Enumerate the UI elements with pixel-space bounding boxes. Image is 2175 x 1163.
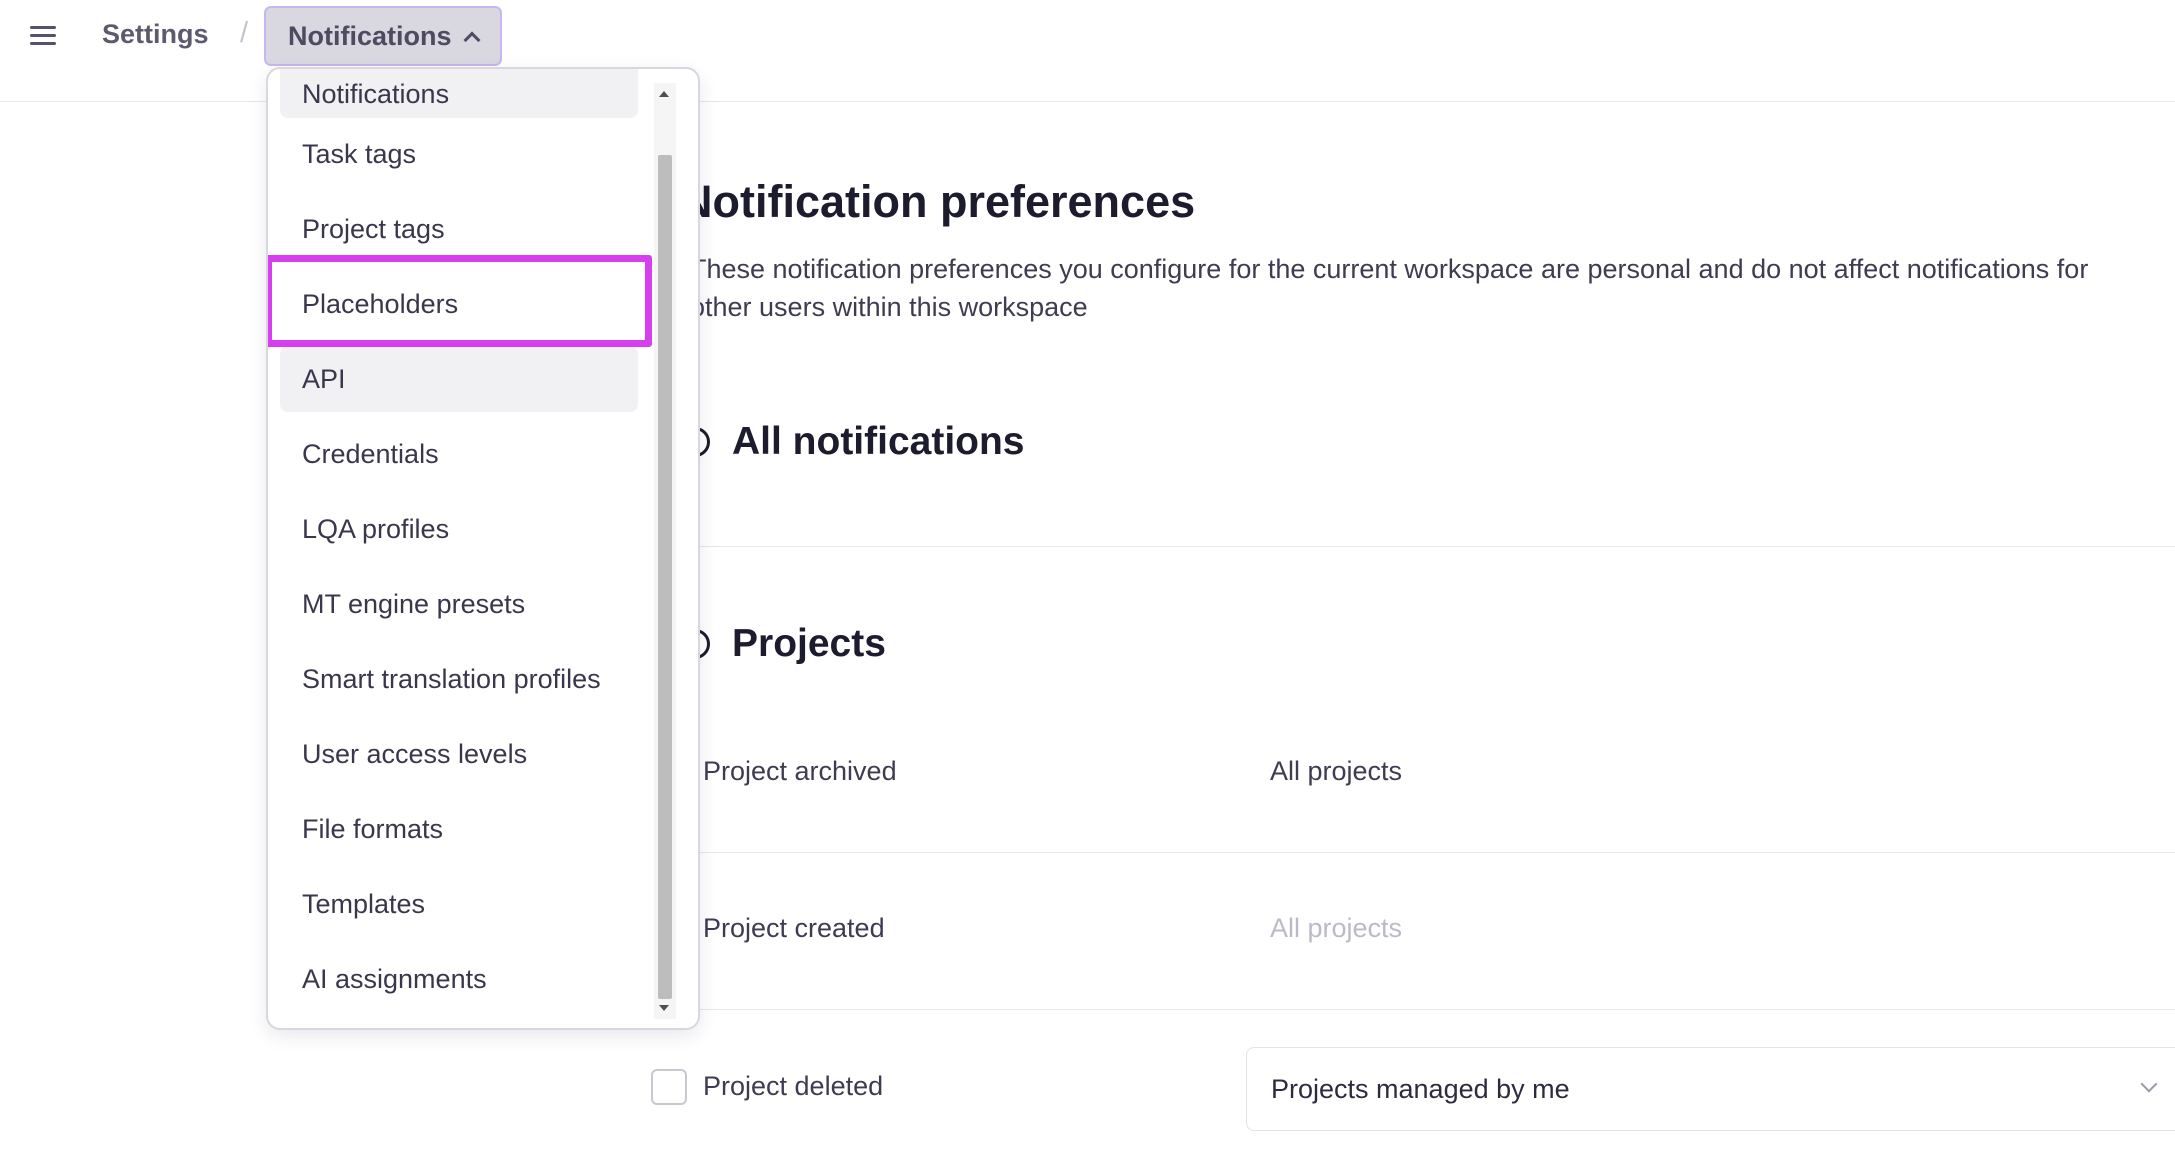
chevron-down-icon	[2140, 1075, 2158, 1093]
row-value-project-archived[interactable]: All projects	[1270, 756, 1402, 787]
divider	[640, 852, 2175, 853]
breadcrumb-current-dropdown[interactable]: Notifications	[264, 6, 502, 66]
section-all-notifications: All notifications	[680, 420, 1025, 464]
row-label-project-archived: Project archived	[703, 756, 897, 786]
select-value: Projects managed by me	[1271, 1074, 1570, 1104]
divider	[640, 546, 2175, 547]
scrollbar-thumb[interactable]	[658, 155, 672, 999]
menu-item-file-formats[interactable]: File formats	[280, 796, 638, 862]
breadcrumb-current-label: Notifications	[288, 20, 452, 51]
menu-item-templates[interactable]: Templates	[280, 871, 638, 937]
menu-item-notifications[interactable]: Notifications	[280, 69, 638, 118]
menu-item-credentials[interactable]: Credentials	[280, 421, 638, 487]
menu-item-ai-assignments[interactable]: AI assignments	[280, 946, 638, 1012]
project-deleted-checkbox[interactable]	[651, 1069, 687, 1105]
menu-item-api[interactable]: API	[280, 346, 638, 412]
row-label-project-deleted: Project deleted	[703, 1071, 884, 1101]
settings-dropdown-menu: Notifications Task tags Project tags Pla…	[266, 67, 700, 1030]
menu-item-placeholders[interactable]: Placeholders	[280, 271, 638, 337]
page-description: These notification preferences you confi…	[690, 254, 2089, 322]
page-title: Notification preferences	[680, 176, 1196, 227]
project-deleted-select[interactable]: Projects managed by me	[1246, 1047, 2175, 1131]
menu-item-task-tags[interactable]: Task tags	[280, 121, 638, 187]
menu-item-smart-translation-profiles[interactable]: Smart translation profiles	[280, 646, 638, 712]
row-label-project-created: Project created	[703, 913, 885, 943]
divider	[640, 1009, 2175, 1010]
scroll-up-arrow-icon[interactable]	[659, 91, 669, 97]
chevron-up-icon	[463, 31, 481, 48]
menu-item-project-tags[interactable]: Project tags	[280, 196, 638, 262]
menu-item-lqa-profiles[interactable]: LQA profiles	[280, 496, 638, 562]
scroll-down-arrow-icon[interactable]	[659, 1005, 669, 1011]
breadcrumb-settings-link[interactable]: Settings	[102, 19, 209, 50]
menu-hamburger-icon[interactable]	[30, 26, 56, 46]
section-title: All notifications	[732, 420, 1025, 463]
menu-item-mt-engine-presets[interactable]: MT engine presets	[280, 571, 638, 637]
menu-scrollbar[interactable]	[654, 83, 676, 1019]
section-title: Projects	[732, 622, 886, 665]
row-value-project-created: All projects	[1270, 913, 1403, 943]
breadcrumb-separator: /	[240, 17, 249, 49]
section-projects: Projects	[680, 622, 886, 666]
menu-item-user-access-levels[interactable]: User access levels	[280, 721, 638, 787]
